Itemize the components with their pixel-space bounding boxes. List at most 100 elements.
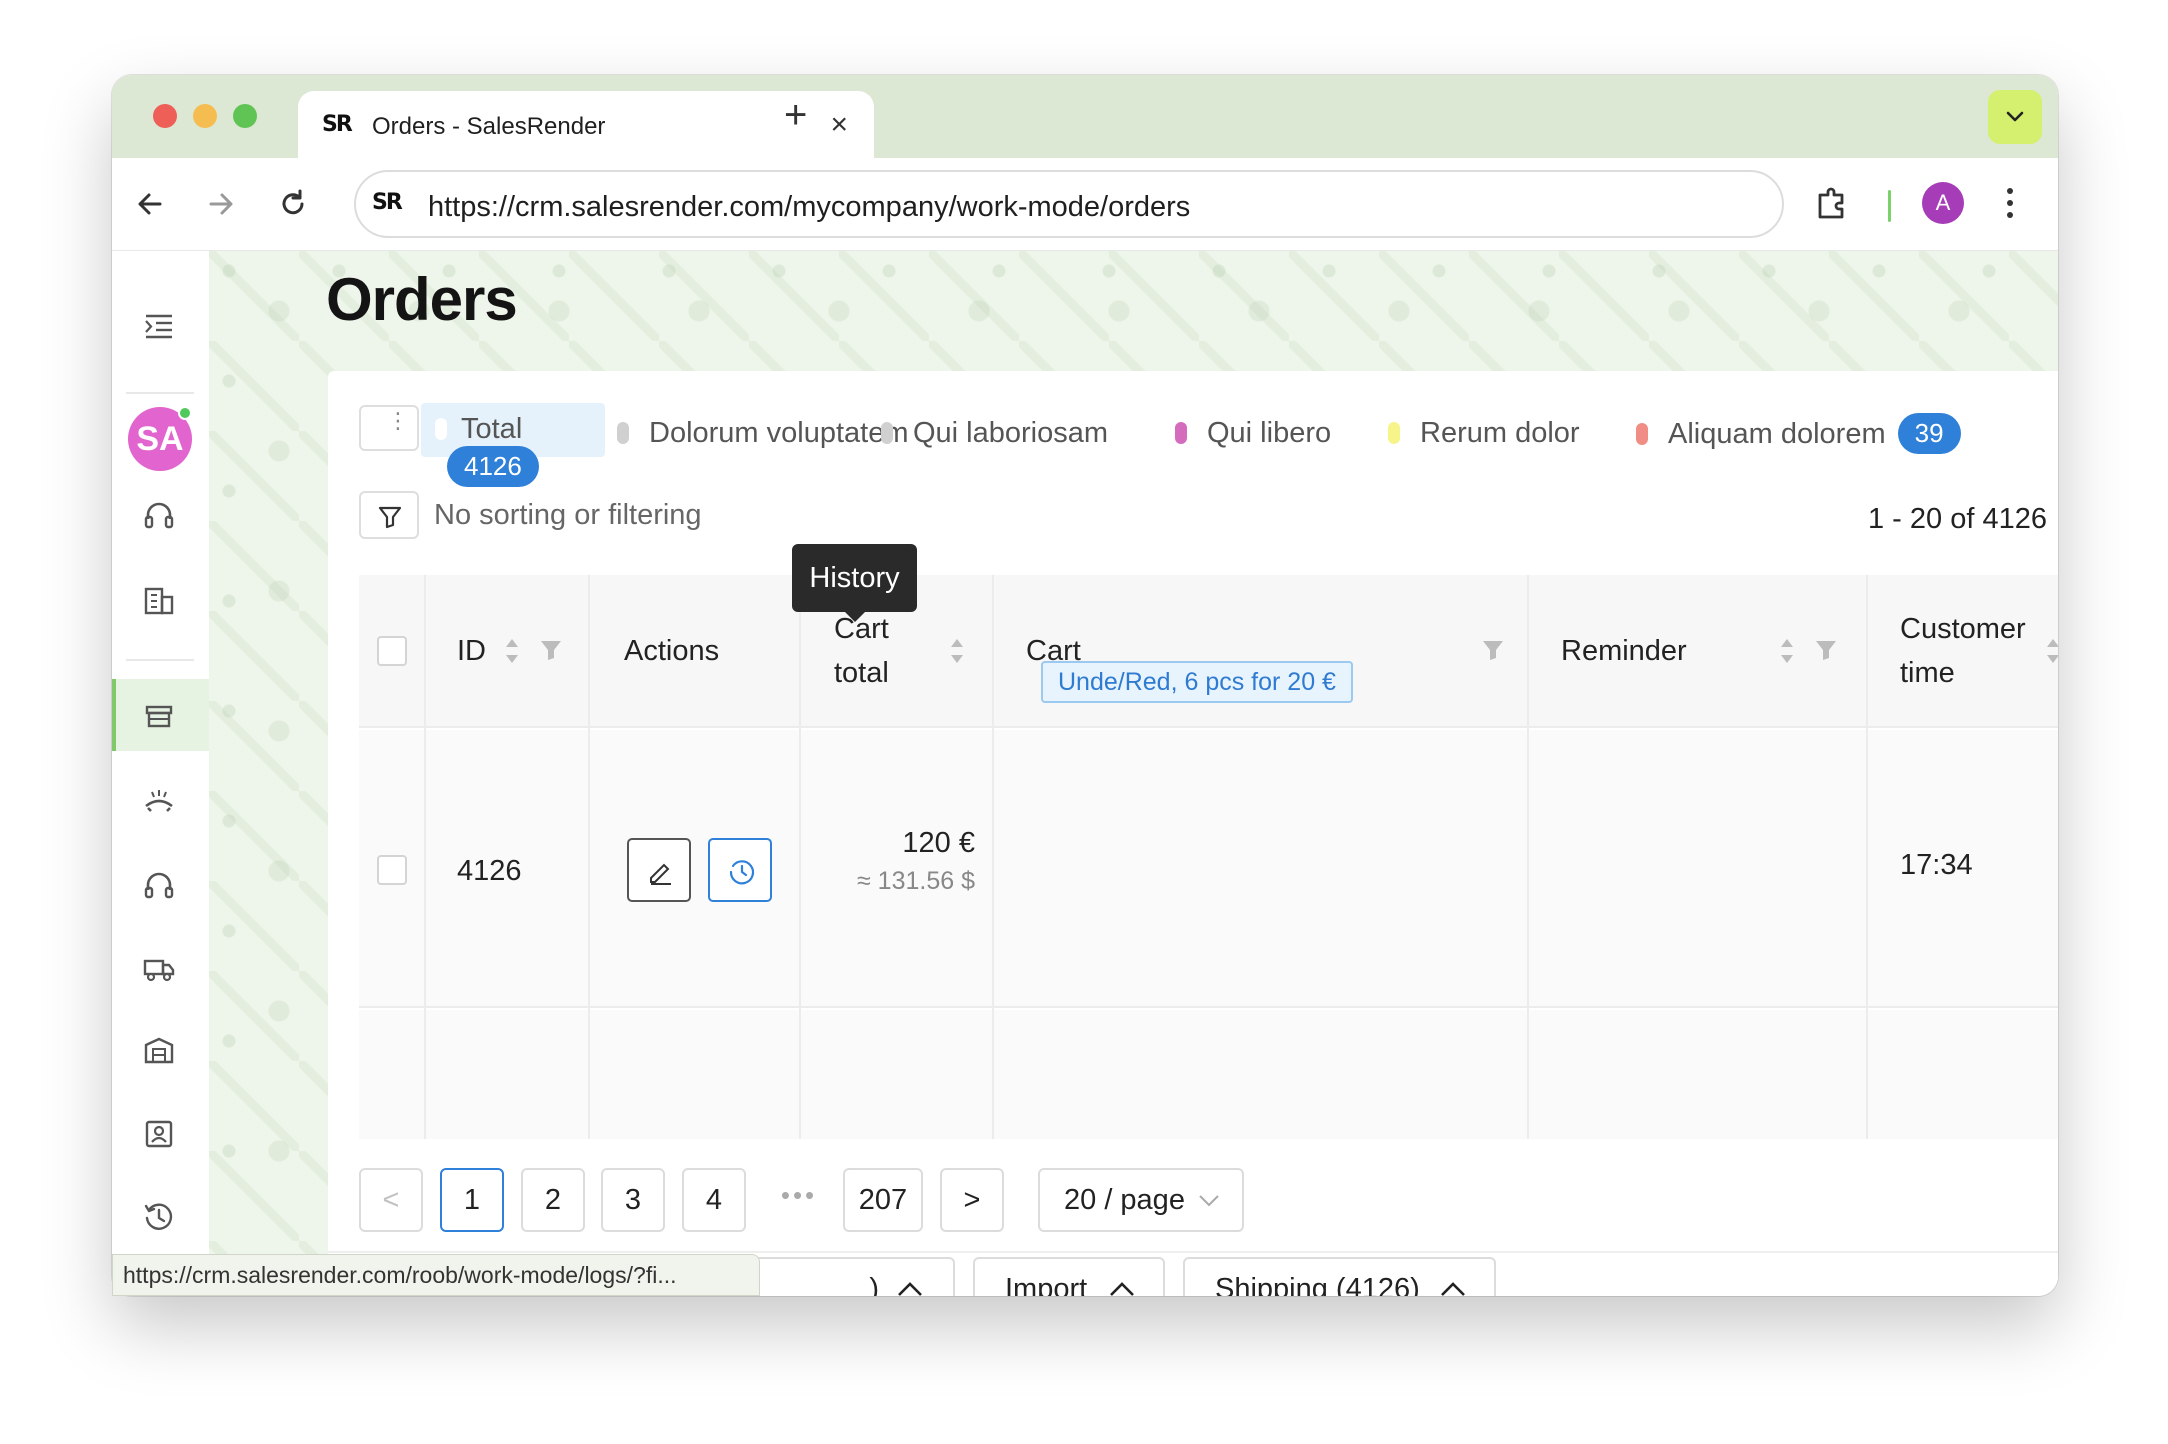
sort-icon[interactable] <box>949 636 965 666</box>
page-2-button[interactable]: 2 <box>521 1168 585 1232</box>
url-text[interactable]: https://crm.salesrender.com/mycompany/wo… <box>428 191 1190 224</box>
close-window-button[interactable] <box>153 104 177 128</box>
sidebar-item-support[interactable] <box>112 479 209 551</box>
status-color-dot <box>617 422 629 444</box>
clock-icon <box>729 860 755 885</box>
tab-close-icon[interactable]: × <box>830 108 848 142</box>
arrow-right-icon <box>209 193 233 215</box>
more-vertical-icon: ⋮ <box>387 408 409 433</box>
forward-button[interactable] <box>197 180 245 228</box>
site-info-icon[interactable]: SR <box>372 190 403 215</box>
reload-button[interactable] <box>269 180 317 228</box>
link-status-bar: https://crm.salesrender.com/roob/work-mo… <box>112 1254 760 1296</box>
page-4-button[interactable]: 4 <box>682 1168 746 1232</box>
company-icon <box>144 587 174 615</box>
sort-icon[interactable] <box>504 636 520 666</box>
pagination-ellipsis[interactable]: ••• <box>772 1168 826 1232</box>
status-color-dot <box>1175 422 1187 444</box>
new-tab-button[interactable]: + <box>784 93 807 138</box>
sort-icon[interactable] <box>2045 636 2058 666</box>
bottom-bar-divider <box>328 1251 2058 1253</box>
order-id[interactable]: 4126 <box>457 855 522 888</box>
table-row[interactable] <box>359 730 2058 1008</box>
sidebar-divider <box>126 659 194 661</box>
prev-page-button[interactable]: < <box>359 1168 423 1232</box>
column-filter-icon[interactable] <box>1481 638 1505 662</box>
status-tab-label: Total <box>461 413 523 445</box>
sidebar-item-delivery[interactable] <box>112 931 209 1003</box>
app-area: SA Orders ⋮ Total4126 Dolorum voluptatem… <box>112 251 2058 1296</box>
pagination-range: 1 - 20 of 4126 <box>1868 503 2047 535</box>
reload-icon <box>282 189 304 215</box>
cart-total-converted: ≈ 131.56 $ <box>857 867 975 895</box>
column-filter-icon[interactable] <box>539 638 563 662</box>
row-checkbox[interactable] <box>377 855 407 885</box>
table-header <box>359 575 2058 728</box>
extensions-icon[interactable] <box>1812 183 1852 223</box>
chevron-up-icon <box>898 1282 922 1296</box>
column-header-actions: Actions <box>624 635 720 667</box>
status-count-badge: 4126 <box>447 446 539 487</box>
chevron-up-icon <box>1441 1282 1465 1296</box>
column-separator <box>799 575 801 1139</box>
column-header-customer-time[interactable]: Customer time <box>1900 607 2026 695</box>
minimize-window-button[interactable] <box>193 104 217 128</box>
filter-button[interactable] <box>359 491 419 539</box>
status-count-badge: 39 <box>1897 413 1961 454</box>
sidebar-item-contacts[interactable] <box>112 1097 209 1169</box>
select-all-checkbox[interactable] <box>377 636 407 666</box>
status-menu-button[interactable]: ⋮ <box>359 405 419 451</box>
import-button[interactable]: Import <box>973 1257 1165 1296</box>
sidebar-toggle[interactable] <box>112 289 209 361</box>
column-separator <box>588 575 590 1139</box>
header-line: total <box>834 657 889 689</box>
sidebar-item-history[interactable] <box>112 1180 209 1252</box>
address-bar[interactable]: SR https://crm.salesrender.com/mycompany… <box>354 170 1784 238</box>
browser-window: SR Orders - SalesRender × + SR https://c… <box>112 75 2058 1296</box>
headset-icon <box>144 502 174 529</box>
chevron-down-icon <box>1199 1195 1219 1207</box>
tab-dolorum-voluptatem[interactable]: Dolorum voluptatem <box>617 403 909 457</box>
sidebar-item-calls[interactable] <box>112 764 209 836</box>
headphones-icon <box>144 872 174 899</box>
profile-avatar[interactable]: A <box>1922 182 1964 224</box>
sidebar-item-companies[interactable] <box>112 563 209 635</box>
history-icon <box>144 1203 173 1230</box>
column-header-id[interactable]: ID <box>457 629 486 673</box>
column-filter-icon[interactable] <box>1814 638 1838 662</box>
tab-aliquam-dolorem[interactable]: Aliquam dolorem 39 <box>1636 403 1961 457</box>
page-3-button[interactable]: 3 <box>601 1168 665 1232</box>
sidebar: SA <box>112 251 209 1296</box>
tab-qui-laboriosam[interactable]: Qui laboriosam <box>881 403 1108 457</box>
tab-qui-libero[interactable]: Qui libero <box>1175 403 1331 457</box>
tab-search-button[interactable] <box>1988 90 2042 144</box>
filter-status-text: No sorting or filtering <box>434 499 702 531</box>
shipping-label: Shipping (4126) <box>1215 1273 1420 1296</box>
shipping-button[interactable]: Shipping (4126) <box>1183 1257 1496 1296</box>
store-icon <box>145 705 173 728</box>
column-separator <box>992 575 994 1139</box>
more-vertical-icon[interactable] <box>2000 182 2020 224</box>
tab-rerum-dolor[interactable]: Rerum dolor <box>1388 403 1580 457</box>
page-last-button[interactable]: 207 <box>843 1168 923 1232</box>
sidebar-item-operators[interactable] <box>112 848 209 920</box>
column-separator <box>1527 575 1529 1139</box>
maximize-window-button[interactable] <box>233 104 257 128</box>
tab-total[interactable]: Total4126 <box>421 403 605 487</box>
edit-order-button[interactable] <box>627 838 691 902</box>
order-history-button[interactable] <box>708 838 772 902</box>
sort-icon[interactable] <box>1779 636 1795 666</box>
table-row[interactable] <box>359 1010 2058 1139</box>
cart-item-tag[interactable]: Unde/Red, 6 pcs for 20 € <box>1041 661 1353 703</box>
page-size-select[interactable]: 20 / page <box>1038 1168 1244 1232</box>
sidebar-item-orders[interactable] <box>112 679 209 751</box>
column-header-reminder[interactable]: Reminder <box>1561 629 1687 673</box>
page-1-button[interactable]: 1 <box>440 1168 504 1232</box>
next-page-button[interactable]: > <box>940 1168 1004 1232</box>
back-button[interactable] <box>126 180 174 228</box>
status-color-dot <box>1388 422 1400 444</box>
truck-icon <box>143 959 175 982</box>
header-line: Customer <box>1900 613 2026 645</box>
page-title: Orders <box>326 266 518 333</box>
sidebar-item-warehouse[interactable] <box>112 1013 209 1085</box>
